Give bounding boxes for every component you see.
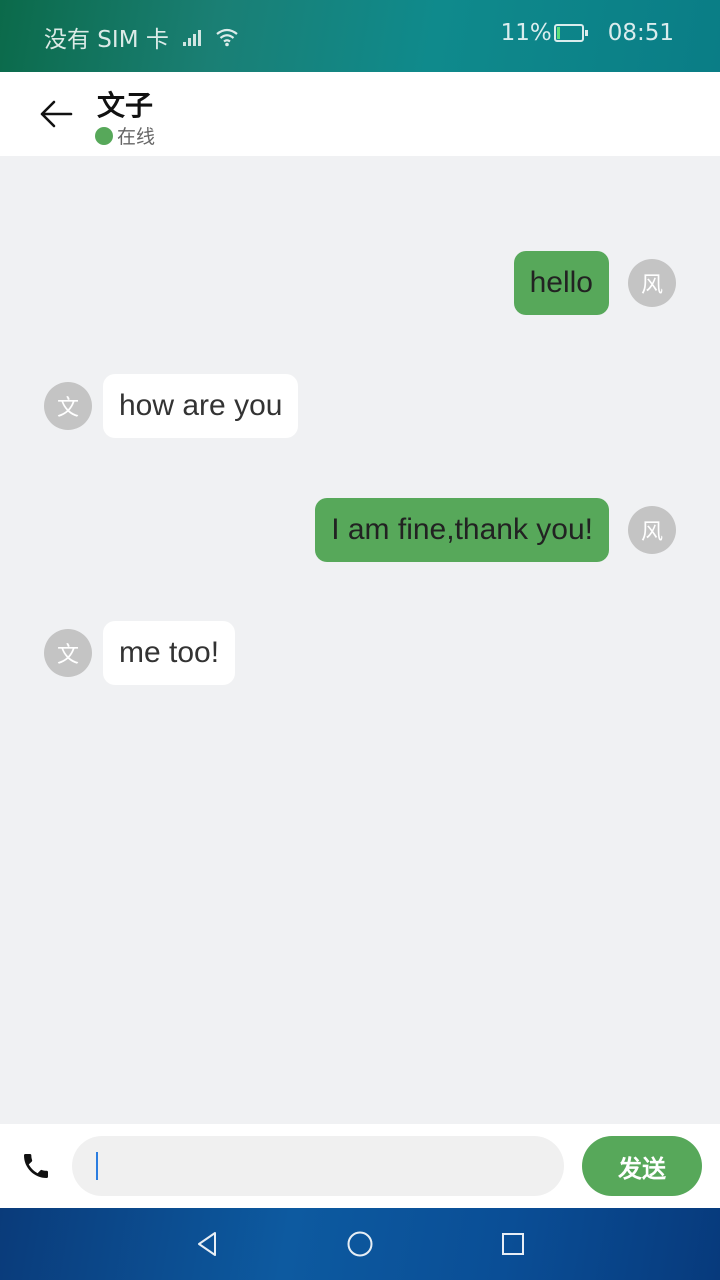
arrow-left-icon [40,100,73,128]
avatar[interactable]: 风 [628,259,676,307]
status-bar: 没有 SIM 卡 11% 08:51 [0,0,720,72]
text-cursor [96,1152,98,1180]
status-right: 11% 08:51 [501,20,674,46]
triangle-back-icon [198,1232,216,1256]
online-status-label: 在线 [117,126,156,148]
message-list: hello 风 文 how are you I am fine,thank yo… [0,156,720,1124]
nav-home-button[interactable] [344,1228,376,1260]
square-recent-icon [502,1233,524,1255]
status-left: 没有 SIM 卡 [44,20,239,54]
battery-icon [553,24,588,42]
message-bubble-received[interactable]: me too! [103,621,236,685]
message-row: 文 me too! [0,620,720,686]
avatar[interactable]: 文 [44,629,92,677]
chat-header: 文子 在线 [0,72,720,156]
message-bubble-sent[interactable]: I am fine,thank you! [315,498,609,562]
message-row: I am fine,thank you! 风 [0,497,720,563]
nav-back-button[interactable] [191,1228,223,1260]
carrier-text: 没有 SIM 卡 [44,27,169,53]
avatar[interactable]: 风 [628,506,676,554]
circle-home-icon [347,1231,373,1257]
message-row: 文 how are you [0,373,720,439]
input-bar: 发送 [0,1124,720,1208]
message-input[interactable] [72,1136,564,1196]
avatar[interactable]: 文 [44,382,92,430]
message-row: hello 风 [0,250,720,316]
wifi-icon [216,28,238,47]
battery-percent: 11% [500,20,552,46]
signal-icon [182,28,201,46]
call-button[interactable] [20,1150,52,1182]
navigation-bar [0,1208,720,1280]
online-dot-icon [95,126,113,145]
phone-icon [24,1154,48,1178]
send-button[interactable]: 发送 [582,1136,702,1196]
clock: 08:51 [607,20,674,46]
chat-screen: 没有 SIM 卡 11% 08:51 文子 在线 hello 风 文 how a… [0,0,720,1280]
back-button[interactable] [34,92,78,136]
message-bubble-received[interactable]: how are you [103,374,299,438]
nav-recent-button[interactable] [497,1228,529,1260]
contact-name: 文子 [97,89,154,122]
message-bubble-sent[interactable]: hello [513,251,609,315]
online-status: 在线 [95,122,155,149]
